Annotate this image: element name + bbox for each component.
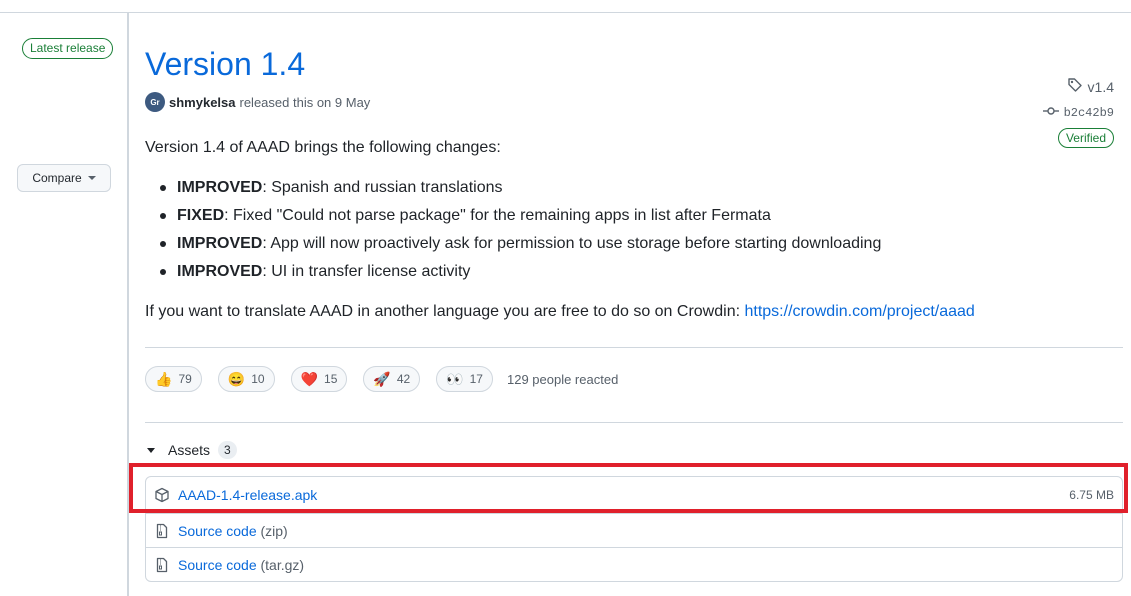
assets-toggle[interactable]: Assets 3	[147, 441, 237, 459]
divider	[145, 422, 1123, 423]
asset-link-source-targz[interactable]: Source code (tar.gz)	[178, 557, 304, 573]
translate-text: If you want to translate AAAD in another…	[145, 303, 745, 320]
avatar[interactable]: Gr	[145, 92, 165, 112]
thumbs-up-icon: 👍	[155, 371, 173, 387]
assets-count-badge: 3	[218, 441, 237, 459]
assets-label: Assets	[168, 442, 211, 458]
release-sidebar	[0, 13, 128, 596]
change-tag: IMPROVED	[177, 263, 263, 280]
compare-button[interactable]: Compare	[17, 164, 111, 192]
change-tag: FIXED	[177, 207, 225, 224]
reaction-rocket[interactable]: 🚀 42	[363, 366, 421, 392]
asset-name: AAAD-1.4-release.apk	[178, 487, 318, 503]
laugh-icon: 😄	[227, 371, 246, 387]
chevron-down-icon	[87, 176, 96, 180]
reaction-laugh[interactable]: 😄 10	[217, 366, 275, 392]
package-icon	[154, 487, 170, 503]
asset-link-apk[interactable]: AAAD-1.4-release.apk	[178, 487, 317, 503]
change-text: : App will now proactively ask for permi…	[262, 235, 882, 252]
asset-row: Source code (zip)	[146, 513, 1122, 547]
crowdin-link[interactable]: https://crowdin.com/project/aaad	[744, 303, 974, 320]
change-text: : Fixed "Could not parse package" for th…	[224, 207, 771, 224]
translate-paragraph: If you want to translate AAAD in another…	[145, 303, 975, 321]
heart-icon: ❤️	[300, 371, 319, 387]
file-zip-icon	[154, 523, 170, 539]
reactions-bar: 👍 79 😄 10 ❤️ 15 🚀 42 👀 17 129 people rea…	[145, 366, 618, 392]
reaction-count: 15	[324, 372, 338, 386]
asset-size: 6.75 MB	[1069, 488, 1114, 502]
release-title[interactable]: Version 1.4	[145, 45, 305, 83]
list-item: IMPROVED: Spanish and russian translatio…	[145, 177, 881, 205]
author-link[interactable]: shmykelsa	[169, 95, 236, 110]
latest-release-badge: Latest release	[22, 38, 114, 59]
list-item: IMPROVED: UI in transfer license activit…	[145, 261, 881, 289]
tag-label: v1.4	[1087, 78, 1114, 95]
reaction-thumbs-up[interactable]: 👍 79	[145, 366, 202, 392]
release-author-row: Gr shmykelsa released this on 9 May	[145, 92, 370, 112]
asset-format: (zip)	[256, 522, 288, 539]
reaction-count: 79	[178, 372, 192, 386]
asset-link-source-zip[interactable]: Source code (zip)	[178, 523, 288, 539]
asset-name: Source code	[178, 556, 257, 573]
change-tag: IMPROVED	[177, 179, 263, 196]
asset-row: Source code (tar.gz)	[146, 547, 1122, 581]
file-zip-icon	[154, 557, 170, 573]
caret-down-icon	[147, 447, 155, 453]
release-intro: Version 1.4 of AAAD brings the following…	[145, 139, 501, 156]
list-item: IMPROVED: App will now proactively ask f…	[145, 233, 881, 261]
verified-badge[interactable]: Verified	[1057, 128, 1114, 148]
rocket-icon: 🚀	[373, 371, 391, 387]
change-text: : Spanish and russian translations	[262, 179, 503, 196]
asset-row: AAAD-1.4-release.apk 6.75 MB	[146, 477, 1122, 513]
tag-link[interactable]: v1.4	[1067, 77, 1114, 96]
reaction-count: 10	[251, 372, 265, 386]
reaction-count: 17	[469, 372, 483, 386]
commit-hash: b2c42b9	[1063, 106, 1114, 120]
top-border	[0, 12, 1131, 13]
changes-list: IMPROVED: Spanish and russian translatio…	[145, 177, 881, 289]
git-commit-icon	[1042, 103, 1059, 123]
divider	[145, 347, 1123, 348]
released-date-text: released this on 9 May	[239, 94, 371, 110]
reaction-count: 42	[396, 372, 411, 386]
reaction-eyes[interactable]: 👀 17	[436, 366, 493, 392]
reaction-heart[interactable]: ❤️ 15	[290, 366, 348, 392]
commit-link[interactable]: b2c42b9	[1042, 103, 1114, 123]
list-item: FIXED: Fixed "Could not parse package" f…	[145, 205, 881, 233]
assets-list: AAAD-1.4-release.apk 6.75 MB Source code…	[145, 476, 1123, 582]
tag-icon	[1067, 77, 1083, 96]
compare-label: Compare	[32, 171, 82, 185]
asset-name: Source code	[178, 522, 257, 539]
reactions-summary[interactable]: 129 people reacted	[507, 372, 618, 387]
asset-format: (tar.gz)	[256, 556, 305, 573]
change-tag: IMPROVED	[177, 235, 263, 252]
eyes-icon: 👀	[446, 371, 464, 387]
change-text: : UI in transfer license activity	[262, 263, 471, 280]
